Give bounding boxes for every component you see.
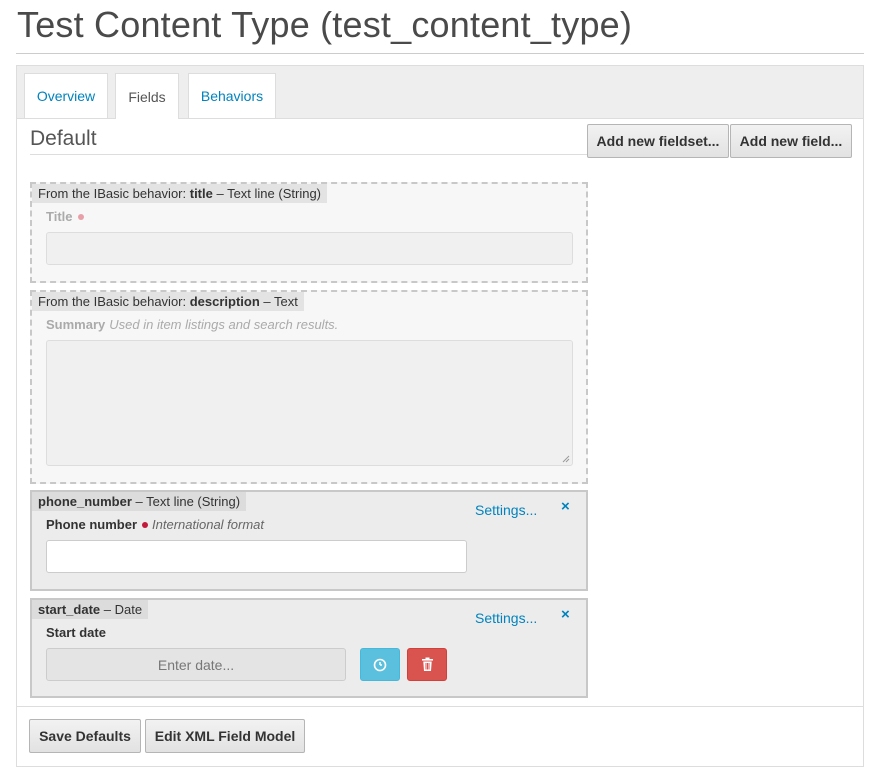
summary-textarea — [46, 340, 573, 466]
content-panel: Overview Fields Behaviors Default Add ne… — [16, 65, 864, 767]
field-header: From the IBasic behavior: description – … — [32, 292, 304, 311]
field-header-name: start_date — [38, 602, 101, 617]
remove-field-icon[interactable]: × — [561, 606, 570, 623]
trash-icon — [421, 657, 433, 671]
field-label-text: Title — [46, 209, 73, 224]
field-title: From the IBasic behavior: title – Text l… — [30, 182, 588, 283]
page-title: Test Content Type (test_content_type) — [17, 4, 633, 45]
tab-bar: Overview Fields Behaviors — [17, 66, 863, 119]
required-indicator-icon — [77, 213, 84, 220]
title-divider — [16, 53, 864, 54]
field-label: Title — [46, 209, 84, 224]
field-header-prefix: From the IBasic behavior: — [38, 294, 190, 309]
save-defaults-button[interactable]: Save Defaults — [29, 719, 141, 753]
field-label: Phone number International format — [46, 517, 264, 532]
field-header: From the IBasic behavior: title – Text l… — [32, 184, 327, 203]
field-start-date: start_date – Date Settings... × Start da… — [30, 598, 588, 698]
clock-icon — [373, 658, 387, 671]
tab-overview[interactable]: Overview — [24, 73, 108, 118]
resize-handle-icon — [562, 455, 570, 463]
remove-field-icon[interactable]: × — [561, 498, 570, 515]
field-label: Start date — [46, 625, 106, 640]
field-header: start_date – Date — [32, 600, 149, 619]
field-help-text: International format — [152, 517, 265, 532]
field-header-type: – Text line (String) — [131, 494, 241, 509]
phone-number-input[interactable] — [46, 540, 467, 573]
date-input[interactable]: Enter date... — [46, 648, 346, 681]
footer-divider — [17, 706, 863, 707]
required-indicator-icon — [142, 521, 149, 528]
clear-date-button[interactable] — [407, 648, 447, 681]
settings-link[interactable]: Settings... — [475, 502, 537, 518]
field-header: phone_number – Text line (String) — [32, 492, 247, 511]
field-header-name: title — [189, 186, 213, 201]
settings-link[interactable]: Settings... — [475, 610, 537, 626]
field-header-type: – Text line (String) — [212, 186, 321, 201]
field-header-name: phone_number — [38, 494, 132, 509]
add-field-button[interactable]: Add new field... — [730, 124, 852, 158]
field-header-name: description — [189, 294, 260, 309]
add-fieldset-button[interactable]: Add new fieldset... — [587, 124, 729, 158]
fieldset-legend: Default — [30, 127, 97, 150]
edit-xml-field-model-button[interactable]: Edit XML Field Model — [145, 719, 305, 753]
field-help-text: Used in item listings and search results… — [109, 317, 339, 332]
field-phone-number: phone_number – Text line (String) Settin… — [30, 490, 588, 591]
field-label-text: Phone number — [46, 517, 138, 532]
now-button[interactable] — [360, 648, 400, 681]
tab-fields[interactable]: Fields — [115, 73, 179, 119]
field-label-text: Start date — [46, 625, 106, 640]
tab-behaviors[interactable]: Behaviors — [188, 73, 276, 118]
field-label-text: Summary — [46, 317, 106, 332]
field-header-type: – Text — [259, 294, 298, 309]
field-label: Summary Used in item listings and search … — [46, 317, 338, 332]
title-input — [46, 232, 573, 265]
field-description: From the IBasic behavior: description – … — [30, 290, 588, 484]
field-header-type: – Date — [100, 602, 143, 617]
legend-divider — [30, 154, 590, 155]
field-header-prefix: From the IBasic behavior: — [38, 186, 190, 201]
